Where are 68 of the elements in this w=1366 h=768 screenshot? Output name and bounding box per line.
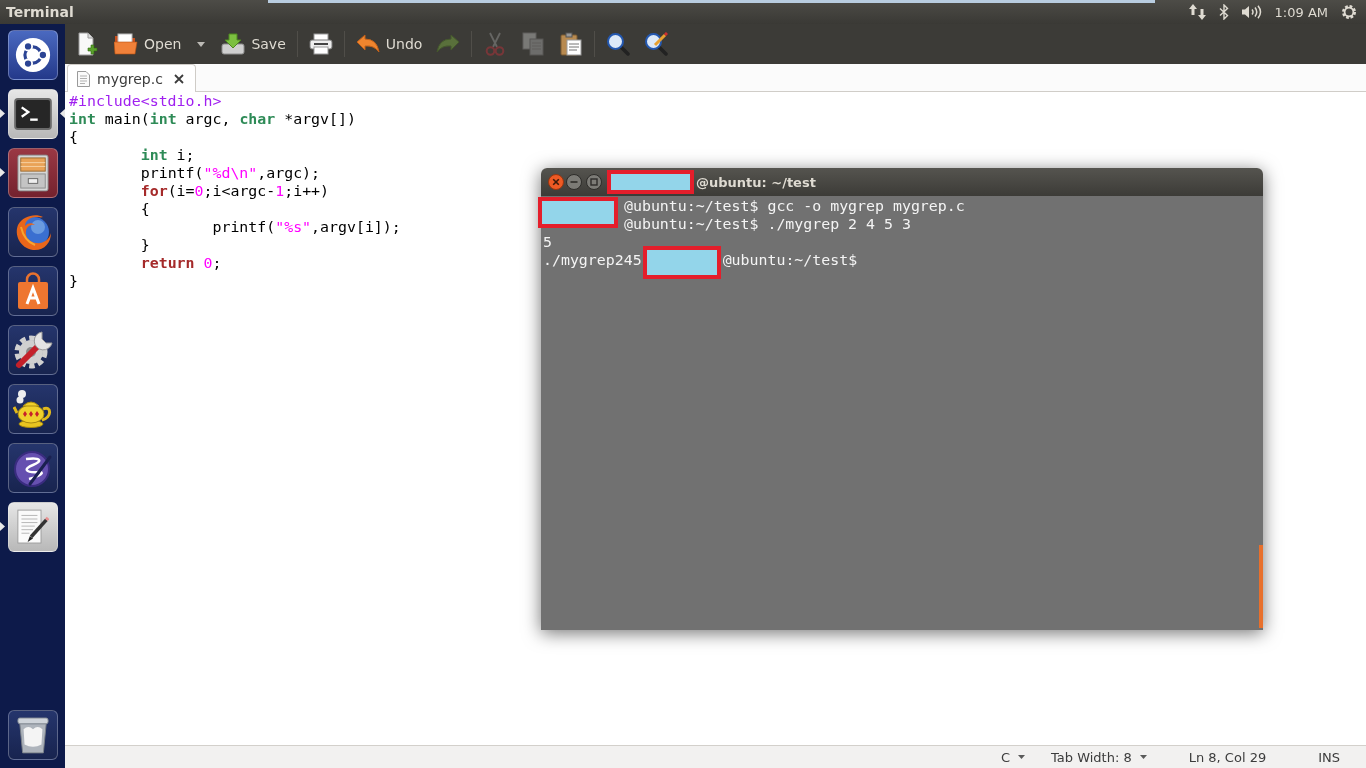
clock[interactable]: 1:09 AM (1274, 4, 1328, 20)
launcher-button[interactable] (7, 710, 58, 760)
code-line: } (139, 236, 150, 254)
trash-icon (16, 716, 49, 754)
teapot-icon (12, 389, 53, 429)
status-text: Ln 8, Col 29 (1187, 749, 1268, 765)
minimize-icon[interactable] (566, 174, 582, 190)
terminal-text: @ubuntu:~/test$ gcc -o mygrep mygrep.c (624, 197, 965, 215)
close-icon[interactable] (548, 174, 564, 190)
circle-logo-icon (14, 37, 51, 73)
gear-icon[interactable] (1341, 4, 1357, 20)
gear-wrench-icon (12, 330, 53, 370)
folder-icon (114, 32, 138, 56)
code-line: for(i=0;i<argc-1;i++) (139, 182, 330, 200)
maximize-icon[interactable] (586, 174, 602, 190)
terminal-body[interactable]: @ubuntu:~/test$ gcc -o mygrep mygrep.c @ubuntu:~/test$ ./mygrep 2 4 5 3 5 ./mygrep245 @ubuntu:~/test$ (541, 196, 1263, 630)
squiggle-pen-icon (12, 448, 53, 488)
code-line: int main(int argc, char *argv[]) (69, 110, 356, 128)
document-tab[interactable]: mygrep.c (67, 64, 196, 92)
terminal-text: @ubuntu:~/test$ ./mygrep 2 4 5 3 (624, 215, 911, 233)
code-line: printf("%s",argv[i]); (211, 218, 401, 236)
new-document-icon (76, 32, 100, 56)
open-button[interactable]: Open (108, 27, 188, 61)
launcher-button[interactable] (7, 384, 58, 434)
launcher-button[interactable] (7, 89, 58, 139)
launcher-button[interactable] (7, 207, 58, 257)
clipboard-icon (559, 32, 584, 56)
status-dropdown[interactable]: Tab Width: 8 (1041, 747, 1163, 767)
code-line: #include<stdio.h> (69, 92, 222, 110)
document-icon (77, 70, 90, 87)
drive-arrow-icon (221, 32, 246, 56)
status-text: INS (1317, 749, 1341, 765)
launcher-button[interactable] (7, 443, 58, 493)
terminal-text: ./mygrep245 (543, 251, 642, 269)
notepad-pencil-icon (16, 508, 49, 546)
shopping-bag-icon (16, 272, 49, 310)
search-pencil-icon (644, 32, 669, 56)
terminal-text: @ubuntu:~/test$ (722, 251, 858, 269)
launcher-button[interactable] (7, 502, 58, 552)
search-icon (606, 32, 631, 56)
code-line: { (69, 128, 78, 146)
bluetooth-icon[interactable] (1218, 4, 1229, 20)
file-cabinet-icon (16, 154, 49, 192)
terminal-text: 5 (543, 233, 552, 251)
launcher-button[interactable] (7, 325, 58, 375)
terminal-icon (13, 98, 52, 130)
scrollbar-thumb[interactable] (1259, 545, 1263, 628)
copy-icon (521, 32, 546, 56)
launcher-button[interactable] (7, 30, 58, 80)
caret-icon (1018, 755, 1025, 759)
volume-icon[interactable] (1241, 5, 1262, 19)
caret-icon (1139, 755, 1147, 759)
save-button[interactable]: Save (215, 27, 292, 61)
caret-icon (197, 41, 206, 47)
status-dropdown[interactable]: C (990, 747, 1041, 767)
code-line: { (139, 200, 150, 218)
launcher-button[interactable] (7, 148, 58, 198)
code-line: } (69, 272, 78, 290)
code-line: return 0; (139, 254, 222, 272)
code-line: printf("%d\n",argc); (139, 164, 321, 182)
printer-icon (308, 32, 333, 56)
close-icon[interactable] (173, 73, 184, 84)
undo-button[interactable]: Undo (349, 27, 429, 61)
launcher-button[interactable] (7, 266, 58, 316)
window-title: @ubuntu: ~/test (696, 174, 816, 190)
network-arrows-icon[interactable] (1188, 4, 1206, 20)
code-line: int i; (139, 146, 195, 164)
app-title: Terminal (6, 4, 74, 20)
